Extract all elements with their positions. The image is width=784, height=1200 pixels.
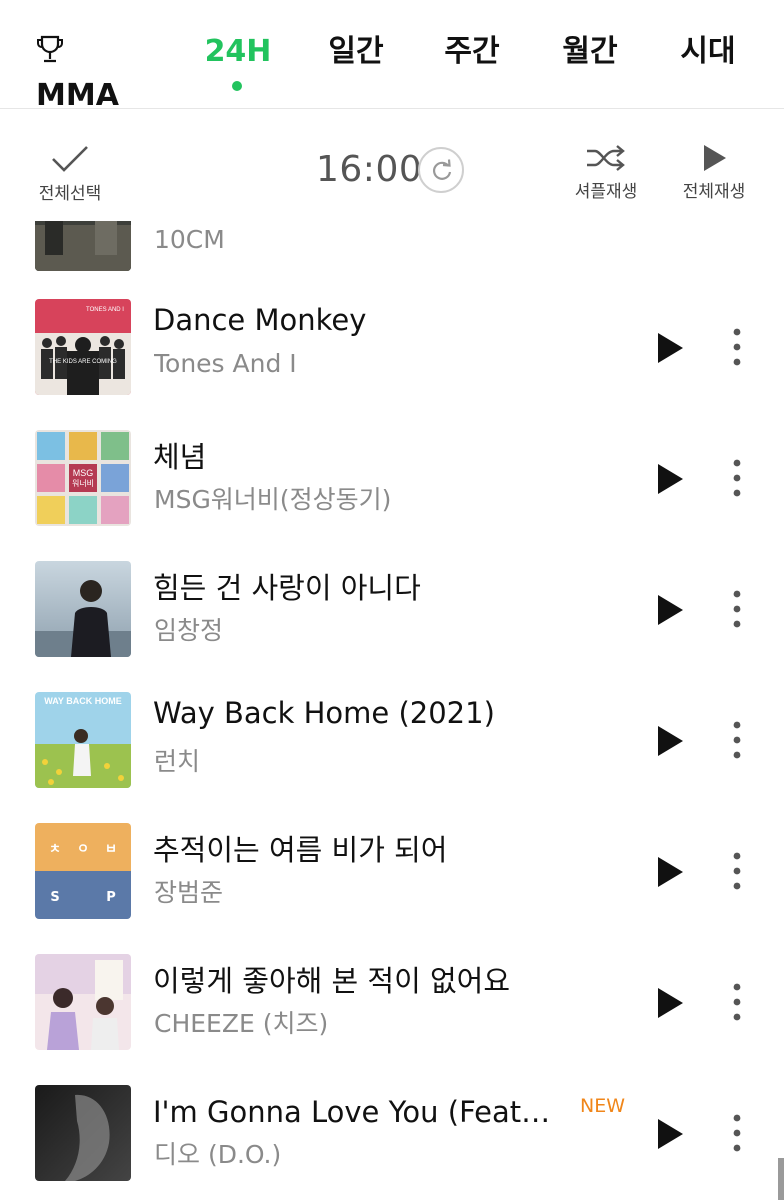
album-art: MSG 워너비 [35,430,131,526]
song-row[interactable]: THE KIDS ARE COMING TONES AND I Dance Mo… [0,251,784,395]
play-icon[interactable] [654,855,686,889]
song-artist[interactable]: 런치 [154,742,554,778]
more-vertical-icon[interactable] [726,982,748,1022]
chart-time: 16:00 [316,149,423,190]
shuffle-play-label: 셔플재생 [574,182,638,202]
song-row[interactable]: ㅊ ㅇ ㅂ S P 추적이는 여름 비가 되어 장범준 [0,775,784,919]
play-icon[interactable] [654,593,686,627]
tab-mma-label: MMA [36,78,119,113]
song-title[interactable]: Way Back Home (2021) [153,696,573,730]
tab-daily[interactable]: 일간 [320,30,392,74]
scrollbar-thumb[interactable] [778,1158,784,1200]
tab-24h[interactable]: 24H [200,30,276,74]
song-title[interactable]: 추적이는 여름 비가 되어 [153,827,573,869]
album-art [35,1085,131,1181]
album-art: WAY BACK HOME [35,692,131,788]
chart-tab-bar: MMA 24H 일간 주간 월간 시대 [0,0,784,113]
chart-toolbar: 전체선택 16:00 셔플재생 전체재생 [0,109,784,221]
tab-era[interactable]: 시대 [672,30,744,74]
play-icon[interactable] [654,1117,686,1151]
song-title[interactable]: 이렇게 좋아해 본 적이 없어요 [153,958,573,1000]
play-all-button[interactable]: 전체재생 [672,143,756,202]
song-title[interactable]: 힘든 건 사랑이 아니다 [153,565,573,607]
play-icon[interactable] [654,724,686,758]
song-artist[interactable]: 10CM [154,225,554,254]
play-all-label: 전체재생 [682,182,746,202]
album-art [35,954,131,1050]
tab-monthly[interactable]: 월간 [554,30,626,74]
song-row[interactable]: WAY BACK HOME Way Back Home (2021) 런치 [0,644,784,788]
tab-mma[interactable]: MMA [36,30,152,113]
album-art-text: ㅂ [105,842,117,857]
album-art-text: ㅊ [49,842,61,857]
check-icon [52,146,88,172]
refresh-button[interactable] [418,147,464,193]
new-badge: NEW [580,1095,626,1117]
album-art-text: ㅇ [77,842,89,857]
more-vertical-icon[interactable] [726,458,748,498]
album-art-text: TONES AND I [86,307,124,313]
song-row[interactable]: I'm Gonna Love You (Feat. 원슈타인) NEW 디오 (… [0,1037,784,1181]
play-icon[interactable] [654,986,686,1020]
song-row[interactable]: MSG 워너비 체념 MSG워너비(정상동기) [0,382,784,526]
song-artist[interactable]: 디오 (D.O.) [154,1135,554,1171]
trophy-icon [37,35,63,63]
refresh-icon [433,159,452,180]
more-vertical-icon[interactable] [726,851,748,891]
album-art [35,561,131,657]
more-vertical-icon[interactable] [726,327,748,367]
song-row[interactable]: 이렇게 좋아해 본 적이 없어요 CHEEZE (치즈) [0,906,784,1050]
select-all-button[interactable]: 전체선택 [28,145,112,204]
song-artist[interactable]: 장범준 [154,873,554,909]
album-art-text: MSG [73,468,94,478]
play-icon[interactable] [654,462,686,496]
tab-weekly[interactable]: 주간 [436,30,508,74]
album-art-text: P [106,890,116,905]
album-art-text: S [50,890,59,905]
play-icon [704,145,726,171]
album-art: ㅊ ㅇ ㅂ S P [35,823,131,919]
active-tab-indicator [232,81,242,91]
song-title[interactable]: 체념 [153,434,573,476]
album-art-text: WAY BACK HOME [44,696,122,706]
song-artist[interactable]: MSG워너비(정상동기) [154,480,554,516]
more-vertical-icon[interactable] [726,589,748,629]
song-row[interactable]: 힘든 건 사랑이 아니다 임창정 [0,513,784,657]
song-title[interactable]: I'm Gonna Love You (Feat. 원슈타인) [153,1089,553,1131]
album-art: THE KIDS ARE COMING TONES AND I [35,299,131,395]
select-all-label: 전체선택 [38,184,102,204]
album-art-text: 워너비 [72,478,94,488]
more-vertical-icon[interactable] [726,1113,748,1153]
shuffle-play-button[interactable]: 셔플재생 [562,143,650,202]
shuffle-icon [587,145,625,171]
song-title[interactable]: Dance Monkey [153,303,573,337]
album-art-text: THE KIDS ARE COMING [49,359,117,365]
song-list: 10CM THE KIDS ARE COMING TONES AND I Dan… [0,221,784,1200]
more-vertical-icon[interactable] [726,720,748,760]
song-artist[interactable]: 임창정 [154,611,554,647]
song-artist[interactable]: CHEEZE (치즈) [154,1004,554,1040]
play-icon[interactable] [654,331,686,365]
song-artist[interactable]: Tones And I [154,349,554,378]
